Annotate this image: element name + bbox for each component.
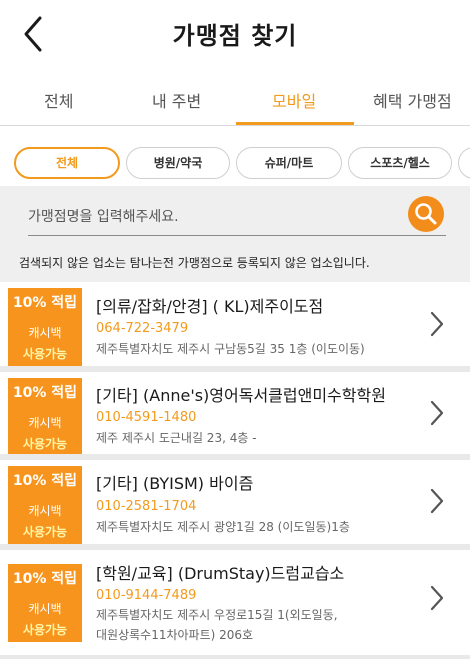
- store-address-line: 대원상록수11차아파트) 206호: [96, 628, 254, 642]
- chevron-right-icon: [430, 311, 444, 337]
- cashback-badge: 10% 적립 캐시백 사용가능: [8, 466, 82, 544]
- badge-available: 사용가능: [22, 347, 68, 361]
- tab-nearby[interactable]: 내 주변: [152, 88, 201, 112]
- badge-available: 사용가능: [22, 437, 68, 451]
- badge-percent: 10% 적립: [12, 473, 78, 489]
- tab-all[interactable]: 전체: [44, 88, 73, 112]
- badge-percent: 10% 적립: [12, 295, 78, 311]
- store-address-line: 제주특별자치도 제주시 우정로15길 1(외도일동,: [96, 608, 338, 622]
- chip-sports-health[interactable]: 스포츠/헬스: [348, 147, 452, 179]
- tab-mobile[interactable]: 모바일: [272, 88, 316, 112]
- store-address: 제주 제주시 도근내길 23, 4층 -: [96, 431, 257, 445]
- badge-cashback: 캐시백: [28, 602, 62, 616]
- store-address: 제주특별자치도 제주시 광양1길 28 (이도일동)1층: [96, 520, 350, 534]
- badge-cashback: 캐시백: [28, 416, 62, 430]
- store-phone[interactable]: 010-9144-7489: [96, 588, 196, 603]
- chevron-right-icon: [430, 488, 444, 514]
- notice-text: 검색되지 않은 업소는 탐나는전 가맹점으로 등록되지 않은 업소입니다.: [19, 256, 370, 270]
- notice-bar: 검색되지 않은 업소는 탐나는전 가맹점으로 등록되지 않은 업소입니다.: [0, 246, 470, 282]
- chevron-right-icon: [430, 585, 444, 611]
- search-bar: [0, 186, 470, 246]
- search-button[interactable]: [408, 196, 444, 232]
- store-item[interactable]: 10% 적립 캐시백 사용가능 [의류/잡화/안경] ( KL)제주이도점 06…: [0, 282, 470, 366]
- store-phone[interactable]: 064-722-3479: [96, 321, 188, 336]
- store-name: [의류/잡화/안경] ( KL)제주이도점: [96, 297, 324, 316]
- store-phone[interactable]: 010-4591-1480: [96, 410, 196, 425]
- chip-more[interactable]: [458, 147, 470, 179]
- category-filter: 전체 병원/약국 슈퍼/마트 스포츠/헬스: [0, 126, 470, 186]
- cashback-badge: 10% 적립 캐시백 사용가능: [8, 288, 82, 366]
- chevron-right-icon: [430, 400, 444, 426]
- active-tab-indicator: [236, 122, 354, 125]
- badge-cashback: 캐시백: [28, 326, 62, 340]
- bottom-divider: [0, 655, 470, 659]
- chip-super-mart[interactable]: 슈퍼/마트: [236, 147, 342, 179]
- cashback-badge: 10% 적립 캐시백 사용가능: [8, 378, 82, 454]
- store-item[interactable]: 10% 적립 캐시백 사용가능 [기타] (Anne's)영어독서클럽앤미수학학…: [0, 372, 470, 454]
- badge-cashback: 캐시백: [28, 504, 62, 518]
- store-search-input[interactable]: [28, 198, 446, 236]
- store-address: 제주특별자치도 제주시 구남동5길 35 1층 (이도이동): [96, 342, 365, 356]
- tab-bar: 전체 내 주변 모바일 혜택 가맹점: [0, 76, 470, 126]
- search-icon: [415, 203, 437, 225]
- chip-hospital-pharmacy[interactable]: 병원/약국: [126, 147, 230, 179]
- cashback-badge: 10% 적립 캐시백 사용가능: [8, 564, 82, 642]
- badge-available: 사용가능: [22, 623, 68, 637]
- badge-percent: 10% 적립: [12, 385, 78, 401]
- store-name: [기타] (BYISM) 바이즘: [96, 474, 254, 493]
- store-item[interactable]: 10% 적립 캐시백 사용가능 [기타] (BYISM) 바이즘 010-258…: [0, 460, 470, 544]
- store-name: [학원/교육] (DrumStay)드럼교습소: [96, 564, 345, 583]
- badge-available: 사용가능: [22, 525, 68, 539]
- tab-benefit-stores[interactable]: 혜택 가맹점: [373, 88, 452, 112]
- store-name: [기타] (Anne's)영어독서클럽앤미수학학원: [96, 386, 386, 405]
- badge-percent: 10% 적립: [12, 571, 78, 587]
- store-item[interactable]: 10% 적립 캐시백 사용가능 [학원/교육] (DrumStay)드럼교습소 …: [0, 550, 470, 655]
- store-phone[interactable]: 010-2581-1704: [96, 499, 196, 514]
- page-title: 가맹점 찾기: [172, 22, 298, 50]
- app-header: 가맹점 찾기: [0, 0, 470, 70]
- chip-all[interactable]: 전체: [14, 147, 120, 179]
